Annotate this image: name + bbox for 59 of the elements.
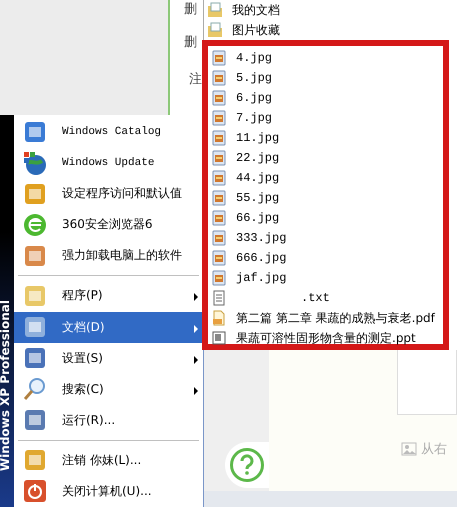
menu-item[interactable]: 注销 你妹(L)... (14, 444, 203, 476)
menu-item[interactable]: 图片收藏 (204, 20, 457, 40)
menu-item[interactable]: 设定程序访问和默认值 (14, 178, 203, 210)
pdf-file-icon (211, 310, 227, 326)
menu-item[interactable]: 文档(D) (14, 312, 203, 343)
image-file-icon (211, 190, 227, 206)
menu-item[interactable]: 66.jpg (208, 208, 443, 228)
menu-item[interactable]: Windows Catalog (14, 116, 203, 148)
menu-item[interactable]: 7.jpg (208, 108, 443, 128)
search-icon (22, 376, 48, 402)
page-label: 删 (184, 1, 197, 18)
power-icon (22, 478, 48, 504)
image-icon[interactable] (401, 442, 417, 456)
program-icon (22, 150, 48, 176)
menu-item[interactable]: 我的文档 (204, 0, 457, 20)
menu-item[interactable]: Windows Update (14, 147, 203, 178)
menu-item[interactable]: 关闭计算机(U)... (14, 476, 203, 507)
image-file-icon (211, 110, 227, 126)
menu-item[interactable]: 第二篇 第二章 果蔬的成熟与衰老.pdf (208, 308, 443, 328)
menu-item[interactable]: 6.jpg (208, 88, 443, 108)
image-file-icon (211, 230, 227, 246)
submenu-arrow-icon (194, 356, 198, 364)
menu-item[interactable]: 22.jpg (208, 148, 443, 168)
image-file-icon (211, 270, 227, 286)
image-file-icon (211, 210, 227, 226)
image-file-icon (211, 250, 227, 266)
image-file-icon (211, 50, 227, 66)
menu-item[interactable]: 搜索(C) (14, 374, 203, 405)
image-file-icon (211, 170, 227, 186)
page-label: 删 (184, 34, 197, 51)
image-file-icon (211, 70, 227, 86)
menu-item[interactable]: 果蔬可溶性固形物含量的测定.ppt (208, 328, 443, 348)
menu-item[interactable]: 运行(R)... (14, 404, 203, 436)
menu-item[interactable]: 11.jpg (208, 128, 443, 148)
menu-item[interactable]: jaf.jpg (208, 268, 443, 288)
image-file-icon (211, 150, 227, 166)
image-file-icon (211, 130, 227, 146)
image-upload-hint: 从右 (421, 441, 447, 458)
image-file-icon (211, 90, 227, 106)
submenu-arrow-icon (194, 324, 198, 333)
menu-item[interactable]: 360安全浏览器6 (14, 209, 203, 240)
menu-item[interactable]: .txt (208, 288, 443, 308)
menu-item[interactable]: 强力卸载电脑上的软件 (14, 240, 203, 272)
menu-item[interactable]: 55.jpg (208, 188, 443, 208)
globe-icon (22, 212, 48, 238)
menu-item[interactable]: 5.jpg (208, 68, 443, 88)
menu-item[interactable]: 程序(P) (14, 280, 203, 312)
slides-file-icon (211, 330, 227, 346)
menu-item[interactable]: 333.jpg (208, 228, 443, 248)
menu-item[interactable]: 666.jpg (208, 248, 443, 268)
banner-text: Windows XP Professional (0, 300, 12, 474)
menu-item[interactable]: 4.jpg (208, 48, 443, 68)
submenu-arrow-icon (194, 386, 198, 395)
text-file-icon (211, 290, 227, 306)
folder-icon (207, 22, 223, 38)
menu-item[interactable]: 44.jpg (208, 168, 443, 188)
submenu-arrow-icon (194, 293, 198, 302)
menu-item[interactable]: 设置(S) (14, 342, 203, 374)
page-label: 注 (189, 71, 202, 88)
